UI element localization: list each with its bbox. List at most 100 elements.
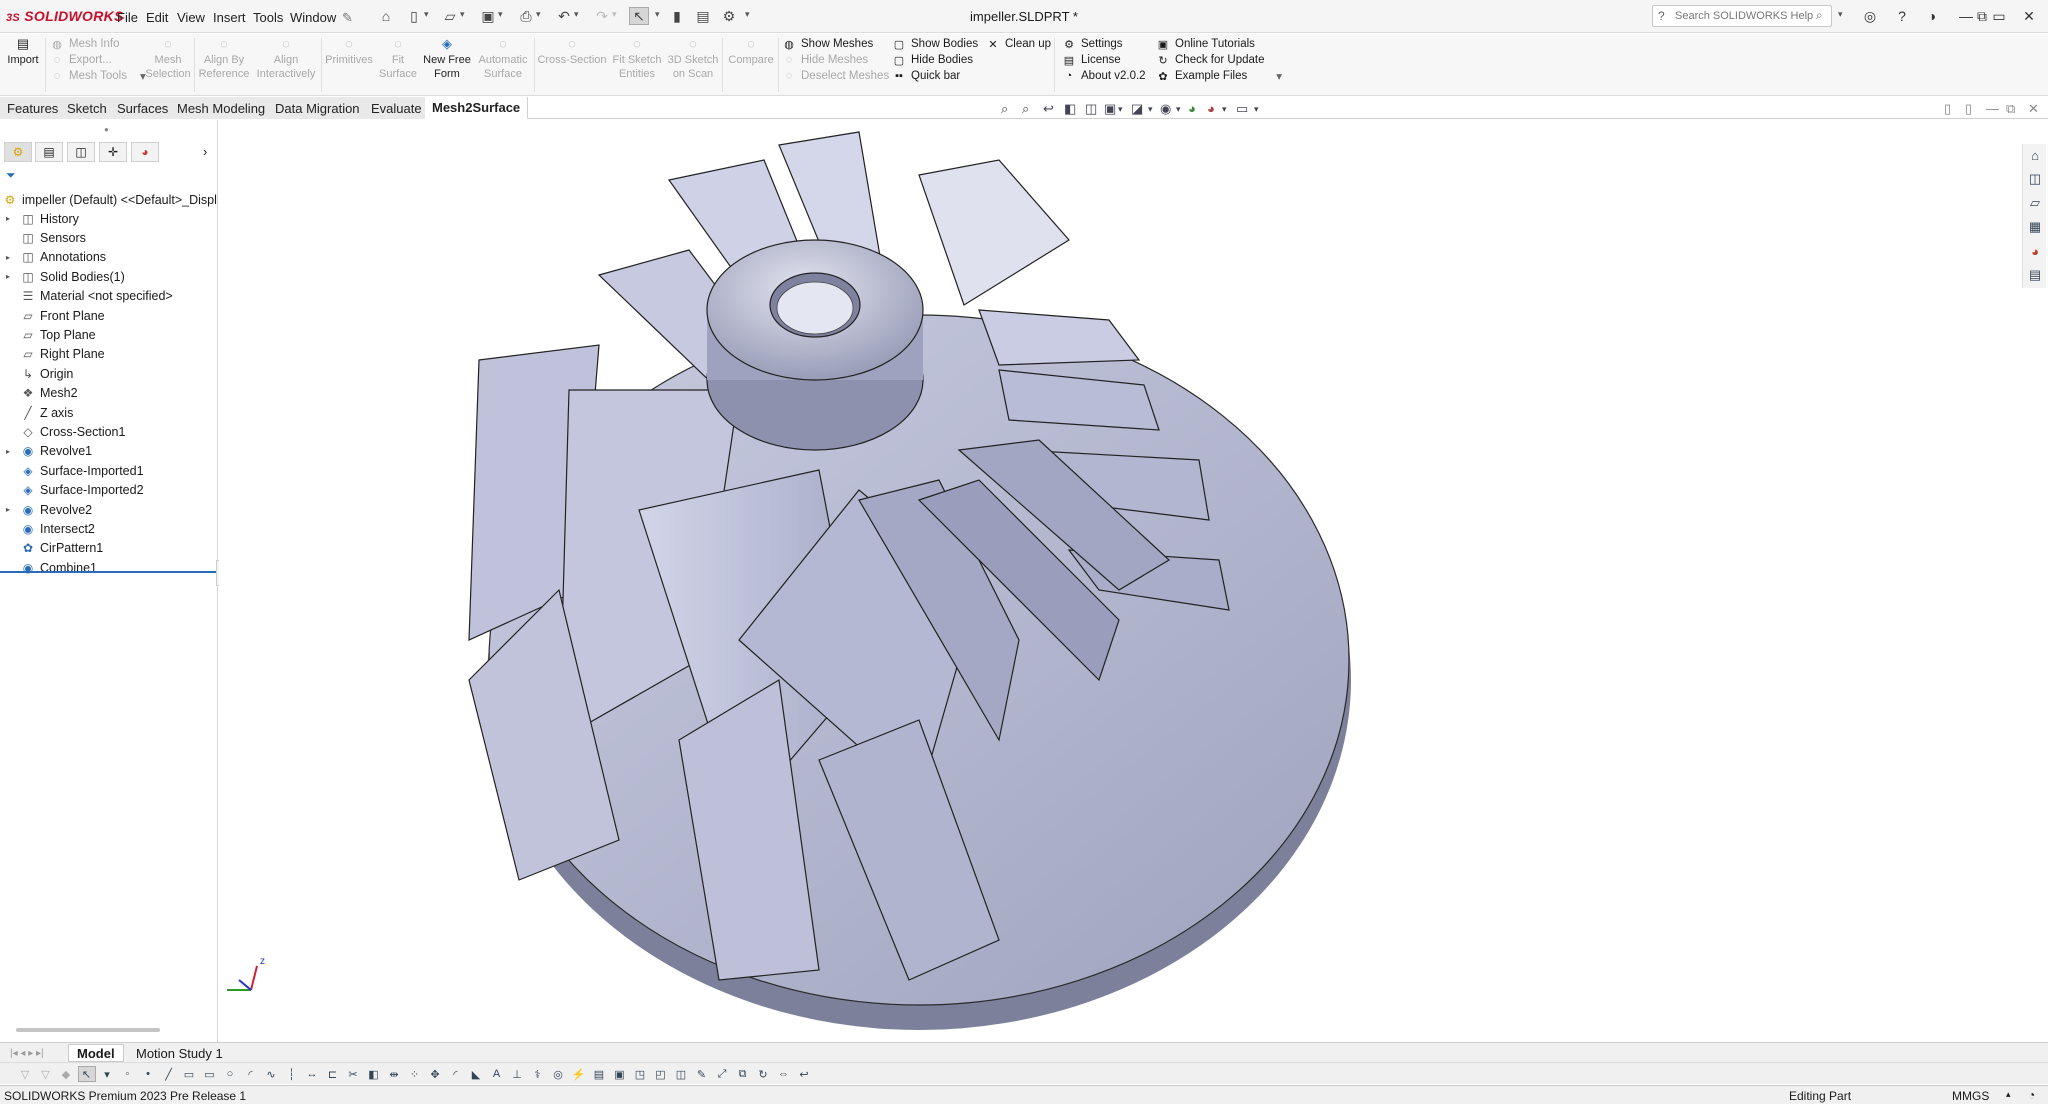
apply-scene-icon[interactable]: ◕ (1207, 101, 1215, 116)
hide-meshes-button[interactable]: ◌Hide Meshes (782, 52, 889, 68)
settings-button[interactable]: ⚙Settings (1062, 36, 1146, 52)
filter-icon[interactable]: ⏷ (6, 168, 16, 183)
dimxpert-manager-tab[interactable]: ✛ (99, 142, 127, 162)
tree-item[interactable]: ❖Mesh2 (0, 384, 218, 403)
relation-icon[interactable]: ⊥ (508, 1066, 526, 1082)
example-files-button[interactable]: ✿Example Files▾ (1156, 68, 1282, 84)
edit-icon[interactable]: ✎ (693, 1066, 711, 1082)
menu-view[interactable]: View (177, 10, 205, 25)
section-view-icon[interactable]: ◧ (1064, 101, 1076, 117)
configuration-manager-tab[interactable]: ◫ (67, 142, 95, 162)
undo-icon[interactable]: ↶ (554, 7, 574, 25)
viewport-restore-icon[interactable]: ⧉ (2006, 101, 2015, 117)
sketch-picture-icon[interactable]: ▣ (611, 1066, 629, 1082)
chevron-down-icon[interactable]: ▾ (536, 9, 541, 20)
online-tutorials-button[interactable]: ▣Online Tutorials (1156, 36, 1282, 52)
compare-button[interactable]: ◌Compare (724, 36, 778, 94)
point-icon[interactable]: • (139, 1066, 157, 1082)
arc-icon[interactable]: ◜ (242, 1066, 260, 1082)
file-explorer-icon[interactable]: ▱ (2025, 192, 2045, 214)
mirror-icon[interactable]: ⇹ (385, 1066, 403, 1082)
show-bodies-button[interactable]: ▢Show Bodies (892, 36, 978, 52)
tab-sketch[interactable]: Sketch (60, 97, 115, 119)
chevron-down-icon[interactable]: ▾ (1148, 104, 1153, 115)
stretch-icon[interactable]: ⇔ (775, 1066, 793, 1082)
custom-properties-icon[interactable]: ▤ (2025, 264, 2045, 286)
move-icon[interactable]: ✥ (426, 1066, 444, 1082)
menu-window[interactable]: Window (290, 10, 336, 25)
rollback-bar[interactable] (0, 571, 216, 573)
slot-icon[interactable]: ▭ (201, 1066, 219, 1082)
line-icon[interactable]: ╱ (160, 1066, 178, 1082)
mesh-selection-button[interactable]: ◌MeshSelection (146, 36, 190, 94)
chevron-down-icon[interactable]: ▾ (655, 9, 660, 20)
export-button[interactable]: ◌Export... (50, 52, 146, 68)
tree-root[interactable]: ⚙impeller (Default) <<Default>_Displ (0, 190, 218, 209)
view-settings-icon[interactable]: ▭ (1236, 101, 1248, 117)
traffic-light-icon[interactable]: ▮ (667, 7, 687, 25)
tree-item[interactable]: ▱Right Plane (0, 345, 218, 364)
tree-item[interactable]: ▱Front Plane (0, 306, 218, 325)
chevron-right-icon[interactable]: › (203, 144, 207, 159)
tab-surfaces[interactable]: Surfaces (110, 97, 176, 119)
rotate-icon[interactable]: ↻ (754, 1066, 772, 1082)
home-icon[interactable]: ⌂ (376, 7, 396, 25)
chevron-down-icon[interactable]: ▾ (1254, 104, 1259, 115)
tree-item[interactable]: ▸◫History (0, 209, 218, 228)
tree-item[interactable]: ▱Top Plane (0, 325, 218, 344)
search-icon[interactable]: ⌕ (1816, 8, 1823, 23)
display-manager-tab[interactable]: ◕ (131, 142, 159, 162)
appearances-icon[interactable]: ◕ (2025, 240, 2045, 262)
tab-mesh2surface[interactable]: Mesh2Surface (425, 97, 528, 119)
weld-icon[interactable]: ◫ (672, 1066, 690, 1082)
text-icon[interactable]: A (488, 1066, 506, 1082)
mesh-tools-button[interactable]: ◌Mesh Tools▾ (50, 68, 146, 84)
chevron-down-icon[interactable]: ▾ (498, 9, 503, 20)
solidworks-logo[interactable]: 3S SOLIDWORKS (6, 8, 124, 24)
save-icon[interactable]: ▣ (478, 7, 498, 25)
open-folder-icon[interactable]: ▱ (440, 7, 460, 25)
hide-show-items-icon[interactable]: ◉ (1160, 101, 1171, 117)
select-dropdown-icon[interactable]: ▾ (98, 1066, 116, 1082)
expand-arrow-icon[interactable]: ▸ (6, 505, 16, 514)
expand-arrow-icon[interactable]: ▸ (6, 214, 16, 223)
tree-item[interactable]: ▸◉Revolve1 (0, 442, 218, 461)
tree-item[interactable]: ▸◫Solid Bodies(1) (0, 267, 218, 286)
help-icon[interactable]: ? (1888, 6, 1916, 26)
exit-sketch-icon[interactable]: ↩ (795, 1066, 813, 1082)
scale-icon[interactable]: ⤢ (713, 1066, 731, 1082)
tab-evaluate[interactable]: Evaluate (364, 97, 430, 119)
primitives-button[interactable]: ◌Primitives (324, 36, 374, 94)
centerline-icon[interactable]: ┆ (283, 1066, 301, 1082)
clean-up-button[interactable]: ✕Clean up (986, 36, 1051, 52)
tile-view-2-icon[interactable]: ▯ (1965, 101, 1972, 117)
convert-icon[interactable]: ◧ (365, 1066, 383, 1082)
zoom-to-area-icon[interactable]: ⌕ (1022, 101, 1029, 117)
shaded-icon[interactable]: ◰ (652, 1066, 670, 1082)
chevron-down-icon[interactable]: ▾ (460, 9, 465, 20)
show-meshes-button[interactable]: ◍Show Meshes (782, 36, 889, 52)
tree-item[interactable]: ↳Origin (0, 364, 218, 383)
zoom-to-fit-icon[interactable]: ⌕ (1001, 101, 1008, 117)
menu-edit[interactable]: Edit (146, 10, 168, 25)
edit-appearance-icon[interactable]: ◕ (1188, 101, 1196, 116)
tab-mesh-modeling[interactable]: Mesh Modeling (170, 97, 273, 119)
menu-tools[interactable]: Tools (253, 10, 283, 25)
tree-item[interactable]: ☰Material <not specified> (0, 287, 218, 306)
tree-item[interactable]: ▸◉Revolve2 (0, 500, 218, 519)
quick-bar-button[interactable]: ▪▪Quick bar (892, 68, 978, 84)
tab-model[interactable]: Model (68, 1044, 124, 1062)
circle-icon[interactable]: ○ (221, 1066, 239, 1082)
view-palette-icon[interactable]: ▦ (2025, 216, 2045, 238)
panel-grip-icon[interactable]: ● (104, 125, 109, 134)
tree-item[interactable]: ✿CirPattern1 (0, 539, 218, 558)
menu-insert[interactable]: Insert (213, 10, 246, 25)
status-options-icon[interactable]: ◔ (2028, 1088, 2035, 1102)
fit-sketch-entities-button[interactable]: ◌Fit SketchEntities (610, 36, 664, 94)
close-icon[interactable]: ✕ (2015, 6, 2043, 26)
file-properties-icon[interactable]: ▤ (693, 7, 713, 25)
repair-icon[interactable]: ⚕ (529, 1066, 547, 1082)
chevron-down-icon[interactable]: ▾ (745, 9, 750, 20)
feature-manager-tab[interactable]: ⚙ (4, 142, 32, 162)
menu-file[interactable]: File (117, 10, 138, 25)
